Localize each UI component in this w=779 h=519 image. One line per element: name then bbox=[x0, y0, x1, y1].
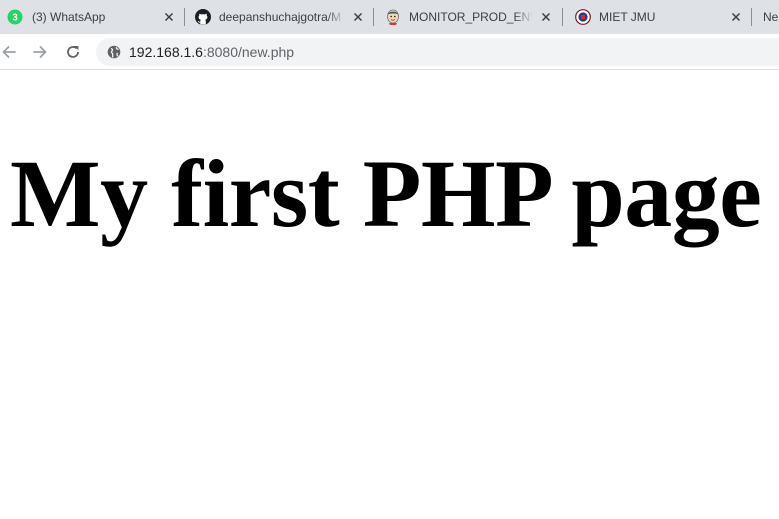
close-icon[interactable] bbox=[350, 9, 366, 25]
tab-miet[interactable]: MIET JMU bbox=[563, 0, 751, 34]
tab-title: MIET JMU bbox=[599, 10, 656, 24]
page-heading: My first PHP page bbox=[10, 140, 762, 247]
globe-icon[interactable] bbox=[106, 44, 122, 60]
browser-toolbar: 192.168.1.6:8080/new.php bbox=[0, 34, 779, 70]
reload-icon[interactable] bbox=[61, 40, 85, 64]
url-host: 192.168.1.6 bbox=[129, 44, 203, 60]
page-viewport: My first PHP page bbox=[0, 71, 779, 519]
tab-title: MONITOR_PROD_ENVIR bbox=[409, 10, 533, 24]
tab-title: Ne bbox=[763, 10, 779, 24]
tab-strip: 3 (3) WhatsApp deepanshuchajgotra/M MONI… bbox=[0, 0, 779, 34]
whatsapp-icon: 3 bbox=[7, 9, 23, 25]
miet-logo-icon bbox=[575, 9, 591, 25]
close-icon[interactable] bbox=[538, 9, 554, 25]
tab-title: (3) WhatsApp bbox=[32, 10, 106, 24]
tab-jenkins[interactable]: MONITOR_PROD_ENVIR bbox=[374, 0, 562, 34]
whatsapp-badge: 3 bbox=[12, 13, 18, 24]
forward-arrow-icon[interactable] bbox=[28, 40, 52, 64]
github-icon bbox=[195, 9, 211, 25]
tab-title: deepanshuchajgotra/M bbox=[219, 10, 342, 24]
url-text[interactable]: 192.168.1.6:8080/new.php bbox=[129, 44, 294, 60]
back-arrow-icon[interactable] bbox=[0, 40, 21, 64]
jenkins-icon bbox=[385, 9, 401, 25]
close-icon[interactable] bbox=[161, 9, 177, 25]
url-path: :8080/new.php bbox=[202, 44, 295, 60]
tab-whatsapp[interactable]: 3 (3) WhatsApp bbox=[0, 0, 184, 34]
close-icon[interactable] bbox=[728, 9, 744, 25]
tab-github[interactable]: deepanshuchajgotra/M bbox=[185, 0, 373, 34]
tab-partial[interactable]: Ne bbox=[752, 0, 779, 34]
address-bar[interactable]: 192.168.1.6:8080/new.php bbox=[96, 38, 779, 66]
